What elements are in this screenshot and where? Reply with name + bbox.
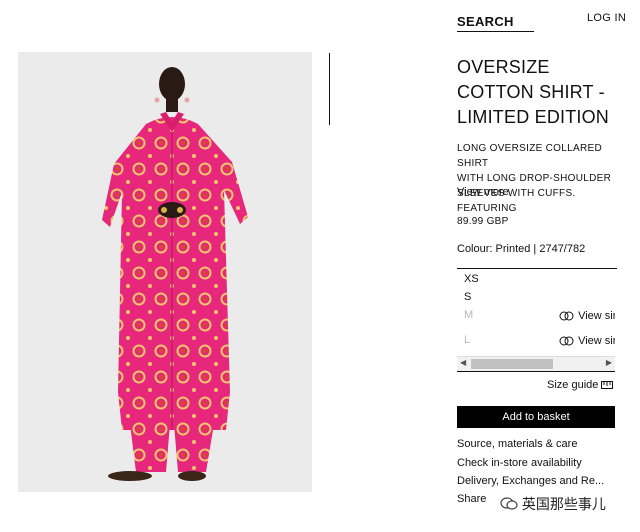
size-option-xs[interactable]: XS [464, 273, 479, 285]
product-description: LONG OVERSIZE COLLARED SHIRT WITH LONG D… [457, 143, 612, 214]
share-link[interactable]: Share [457, 493, 486, 505]
scroll-right-arrow-icon[interactable]: ▶ [606, 358, 612, 367]
view-similar-l[interactable]: View sir [559, 335, 615, 347]
watermark: 英国那些事儿 [500, 494, 606, 514]
product-colour: Colour: Printed | 2747/782 [457, 243, 586, 255]
chat-bubble-icon [500, 497, 518, 510]
source-materials-care-link[interactable]: Source, materials & care [457, 438, 577, 450]
login-link[interactable]: LOG IN [587, 12, 626, 24]
size-guide-link[interactable]: Size guide [547, 379, 614, 391]
watermark-text: 英国那些事儿 [521, 496, 606, 512]
gallery-divider [329, 53, 330, 125]
view-similar-label: View sir [578, 310, 615, 322]
product-price: 89.99 GBP [457, 216, 509, 227]
add-to-basket-button[interactable]: Add to basket [457, 406, 615, 428]
size-option-s[interactable]: S [464, 291, 471, 303]
delivery-exchanges-link[interactable]: Delivery, Exchanges and Re... [457, 475, 604, 487]
product-title: OVERSIZE COTTON SHIRT - LIMITED EDITION [457, 57, 610, 127]
scroll-left-arrow-icon[interactable]: ◀ [460, 358, 466, 367]
similar-circles-icon [559, 311, 574, 321]
check-in-store-link[interactable]: Check in-store availability [457, 457, 582, 469]
size-guide-label: Size guide [547, 379, 599, 391]
search-underline [457, 31, 534, 32]
view-similar-m[interactable]: View sir [559, 310, 615, 322]
size-list-scrollbar[interactable]: ◀ ▶ [457, 356, 615, 372]
ruler-icon [601, 381, 614, 389]
scrollbar-thumb[interactable] [471, 359, 553, 369]
size-list-top-border [457, 268, 617, 269]
view-similar-label: View sir [578, 335, 615, 347]
size-option-l[interactable]: L [464, 334, 470, 346]
similar-circles-icon [559, 336, 574, 346]
size-list-bottom-border [457, 371, 615, 372]
model-in-printed-shirt-dress [102, 67, 248, 481]
search-link[interactable]: SEARCH [457, 14, 514, 29]
view-more-link[interactable]: View more [457, 186, 509, 198]
size-option-m[interactable]: M [464, 309, 473, 321]
product-image[interactable] [18, 52, 312, 492]
